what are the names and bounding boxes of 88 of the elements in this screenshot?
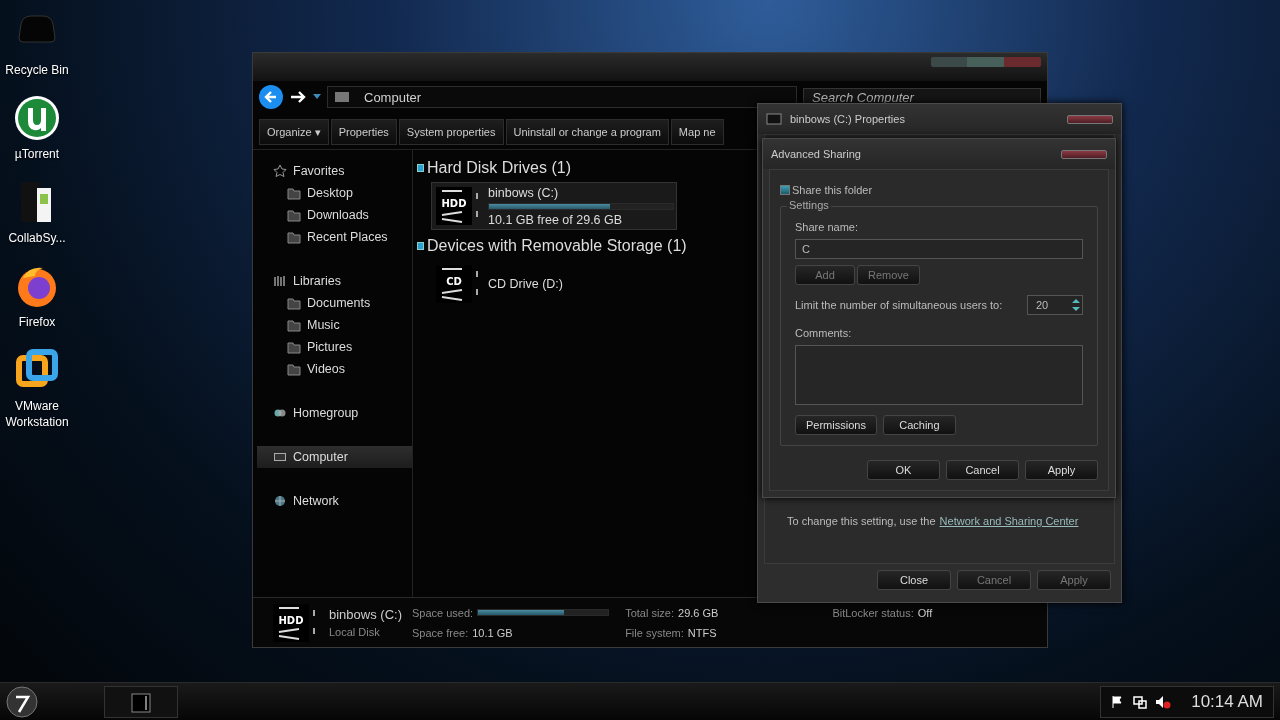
back-button[interactable] [259,85,283,109]
spin-arrows-icon[interactable] [1070,296,1082,314]
address-bar[interactable]: Computer [327,86,797,108]
detail-label: Space used: [411,606,474,619]
drive-name: binbows (C:) [488,185,560,200]
share-name-field[interactable]: C [795,239,1083,259]
dialog-button[interactable]: Cancel [946,460,1019,480]
detail-label: File system: [625,626,684,639]
group-label: Settings [787,199,831,211]
drive-tile[interactable]: HDD binbows (C:) 10.1 GB free of 29.6 GB [431,182,677,230]
desktop-icon-label[interactable]: µTorrent [14,146,60,162]
star-icon [273,164,287,178]
dialog-button[interactable]: OK [867,460,940,480]
close-button[interactable] [1067,114,1113,124]
checkbox-label: Share this folder [792,184,873,196]
drive-free-space: 10.1 GB free of 29.6 GB [488,212,624,227]
field-label: Limit the number of simultaneous users to: [795,299,1003,311]
toolbar-button[interactable]: Uninstall or change a program [505,119,669,145]
sidebar-item[interactable]: Homegroup [257,402,412,424]
detail-drive-type: Local Disk [329,626,381,638]
sidebar-item[interactable]: Downloads [257,204,412,226]
computer-icon [273,450,287,464]
desktop-icon-label[interactable]: VMware Workstation [0,398,74,430]
sidebar-item[interactable]: Documents [257,292,412,314]
drive-tile[interactable]: CD CD Drive (D:) [431,260,677,308]
desktop-icon-label[interactable]: Firefox [18,314,56,330]
group-heading: Devices with Removable Storage (1) [427,237,687,255]
torrent-icon [13,94,61,142]
toolbar-button[interactable]: Map ne [670,119,724,145]
forward-arrow-icon[interactable] [289,90,307,104]
settings-button[interactable]: Caching [882,415,956,435]
toolbar-button[interactable]: Organize ▾ [259,119,329,145]
sidebar-item[interactable]: Music [257,314,412,336]
library-icon [273,274,287,288]
folder-icon [287,230,301,244]
drive-icon [766,113,782,125]
comments-field[interactable] [795,345,1083,405]
detail-label: Space free: [411,626,469,639]
dialog-title: Advanced Sharing [771,148,862,160]
desktop-icon-label[interactable]: Recycle Bin [5,62,69,78]
sidebar-item[interactable]: Favorites [257,160,412,182]
network-icon[interactable] [1133,694,1148,709]
sidebar-item[interactable]: Recent Places [257,226,412,248]
share-checkbox[interactable] [780,185,790,195]
clock[interactable]: 10:14 AM [1191,691,1263,712]
sidebar-item[interactable]: Libraries [257,270,412,292]
drive-name: CD Drive (D:) [488,277,564,291]
toolbar-button[interactable]: System properties [398,119,504,145]
back-arrow-icon [264,90,278,104]
address-text: Computer [364,89,422,105]
sidebar-item[interactable]: Pictures [257,336,412,358]
detail-label: Total size: [625,606,675,619]
sidebar-item[interactable]: Network [257,490,412,512]
folder-icon [287,296,301,310]
detail-label: BitLocker status: [832,606,914,619]
folder-icon [287,208,301,222]
group-marker-icon [417,164,424,172]
detail-value: NTFS [687,626,717,639]
sidebar-item[interactable]: Desktop [257,182,412,204]
dropdown-icon[interactable] [313,94,321,100]
sidebar-item[interactable]: Computer [257,446,412,468]
dialog-button[interactable]: Apply [1025,460,1098,480]
detail-drive-name: binbows (C:) [329,607,402,622]
detail-value: 10.1 GB [472,626,513,639]
sharing-note: To change this setting, use the [787,515,936,527]
folder-icon [287,362,301,376]
desktop-icon-label[interactable]: CollabSy... [8,230,66,246]
detail-value: 29.6 GB [678,606,719,619]
detail-value: Off [917,606,933,619]
field-label: Share name: [795,221,859,233]
toolbar-button[interactable]: Properties [330,119,397,145]
dialog-title: binbows (C:) Properties [790,113,906,125]
field-label: Comments: [795,327,853,339]
user-limit-spinner[interactable]: 20 [1027,295,1083,315]
network-sharing-link[interactable]: Network and Sharing Center [939,515,1079,527]
group-heading: Hard Disk Drives (1) [427,159,571,177]
folder-icon [287,186,301,200]
close-button[interactable] [1061,149,1107,159]
folder-icon [287,340,301,354]
computer-icon [334,91,350,103]
dialog-button[interactable]: Close [877,570,951,590]
settings-button[interactable]: Permissions [795,415,877,435]
sidebar-item[interactable]: Videos [257,358,412,380]
group-marker-icon [417,242,424,250]
muted-speaker-icon[interactable] [1155,694,1172,709]
folder-icon [287,318,301,332]
start-button[interactable] [6,685,38,718]
network-icon [273,494,287,508]
